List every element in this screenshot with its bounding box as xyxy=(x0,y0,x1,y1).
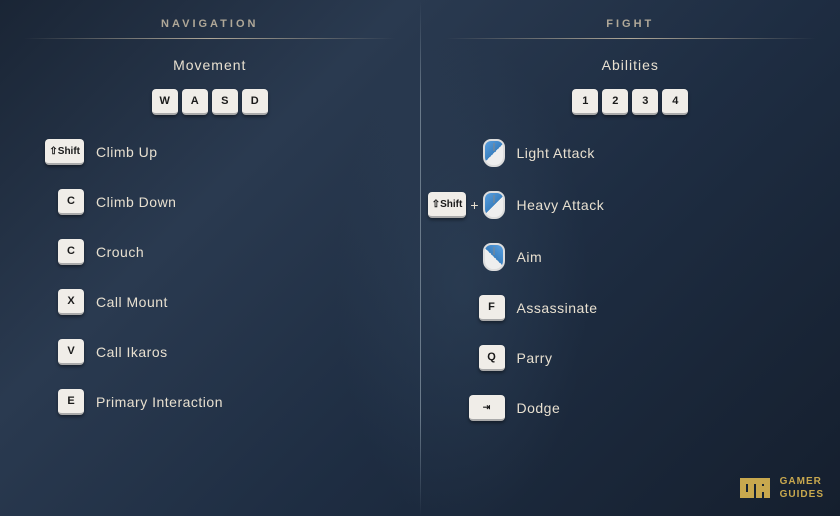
key-s: S xyxy=(212,89,238,115)
key-area-q: Q xyxy=(445,345,505,371)
key-area-mouse-left xyxy=(445,139,505,167)
label-dodge: Dodge xyxy=(517,400,561,416)
label-heavy-attack: Heavy Attack xyxy=(517,197,605,213)
navigation-divider xyxy=(24,38,396,39)
action-crouch: C Crouch xyxy=(24,235,396,269)
key-c-crouch: C xyxy=(58,239,84,265)
key-area-tab: ⇥ xyxy=(445,395,505,421)
num-group: 1 2 3 4 xyxy=(445,89,817,115)
key-2: 2 xyxy=(602,89,628,115)
key-d: D xyxy=(242,89,268,115)
action-light-attack: Light Attack xyxy=(445,135,817,171)
key-area-e: E xyxy=(24,389,84,415)
mouse-left-icon xyxy=(483,139,505,167)
gamer-guides-logo-icon xyxy=(740,472,772,504)
key-area-c-crouch: C xyxy=(24,239,84,265)
key-f: F xyxy=(479,295,505,321)
key-c-climb: C xyxy=(58,189,84,215)
sections-wrapper: NAVIGATION Movement W A S D ⇧Shift Climb… xyxy=(0,0,840,516)
logo-area: GAMERGUIDES xyxy=(740,472,824,504)
key-e: E xyxy=(58,389,84,415)
abilities-title: Abilities xyxy=(445,57,817,73)
label-aim: Aim xyxy=(517,249,543,265)
label-parry: Parry xyxy=(517,350,553,366)
key-v: V xyxy=(58,339,84,365)
key-1: 1 xyxy=(572,89,598,115)
action-aim: Aim xyxy=(445,239,817,275)
movement-title: Movement xyxy=(24,57,396,73)
key-shift-heavy: ⇧Shift xyxy=(428,192,467,218)
key-3: 3 xyxy=(632,89,658,115)
action-heavy-attack: ⇧Shift + Heavy Attack xyxy=(445,187,817,223)
label-light-attack: Light Attack xyxy=(517,145,595,161)
key-shift-climb: ⇧Shift xyxy=(45,139,84,165)
plus-sign: + xyxy=(470,197,478,213)
action-dodge: ⇥ Dodge xyxy=(445,391,817,425)
key-area-shift-climb: ⇧Shift xyxy=(24,139,84,165)
action-call-mount: X Call Mount xyxy=(24,285,396,319)
label-primary-interaction: Primary Interaction xyxy=(96,394,223,410)
key-a: A xyxy=(182,89,208,115)
label-climb-down: Climb Down xyxy=(96,194,176,210)
navigation-title: NAVIGATION xyxy=(24,18,396,30)
key-area-c-climb: C xyxy=(24,189,84,215)
action-call-ikaros: V Call Ikaros xyxy=(24,335,396,369)
mouse-right-icon xyxy=(483,243,505,271)
key-area-mouse-right xyxy=(445,243,505,271)
action-primary-interaction: E Primary Interaction xyxy=(24,385,396,419)
label-climb-up: Climb Up xyxy=(96,144,158,160)
fight-title: FIGHT xyxy=(445,18,817,30)
fight-section: FIGHT Abilities 1 2 3 4 Light Attack ⇧Sh… xyxy=(421,0,840,516)
key-tab: ⇥ xyxy=(469,395,505,421)
key-area-f: F xyxy=(445,295,505,321)
label-assassinate: Assassinate xyxy=(517,300,598,316)
label-call-mount: Call Mount xyxy=(96,294,168,310)
action-assassinate: F Assassinate xyxy=(445,291,817,325)
main-content: NAVIGATION Movement W A S D ⇧Shift Climb… xyxy=(0,0,840,516)
key-area-shift-mouse: ⇧Shift + xyxy=(445,191,505,219)
action-climb-up: ⇧Shift Climb Up xyxy=(24,135,396,169)
mouse-left-heavy-icon xyxy=(483,191,505,219)
label-call-ikaros: Call Ikaros xyxy=(96,344,168,360)
logo-text: GAMERGUIDES xyxy=(780,475,824,501)
key-q: Q xyxy=(479,345,505,371)
navigation-section: NAVIGATION Movement W A S D ⇧Shift Climb… xyxy=(0,0,420,516)
action-parry: Q Parry xyxy=(445,341,817,375)
wasd-group: W A S D xyxy=(24,89,396,115)
key-x: X xyxy=(58,289,84,315)
label-crouch: Crouch xyxy=(96,244,144,260)
key-w: W xyxy=(152,89,178,115)
fight-divider xyxy=(445,38,817,39)
key-area-x: X xyxy=(24,289,84,315)
key-area-v: V xyxy=(24,339,84,365)
action-climb-down: C Climb Down xyxy=(24,185,396,219)
key-4: 4 xyxy=(662,89,688,115)
